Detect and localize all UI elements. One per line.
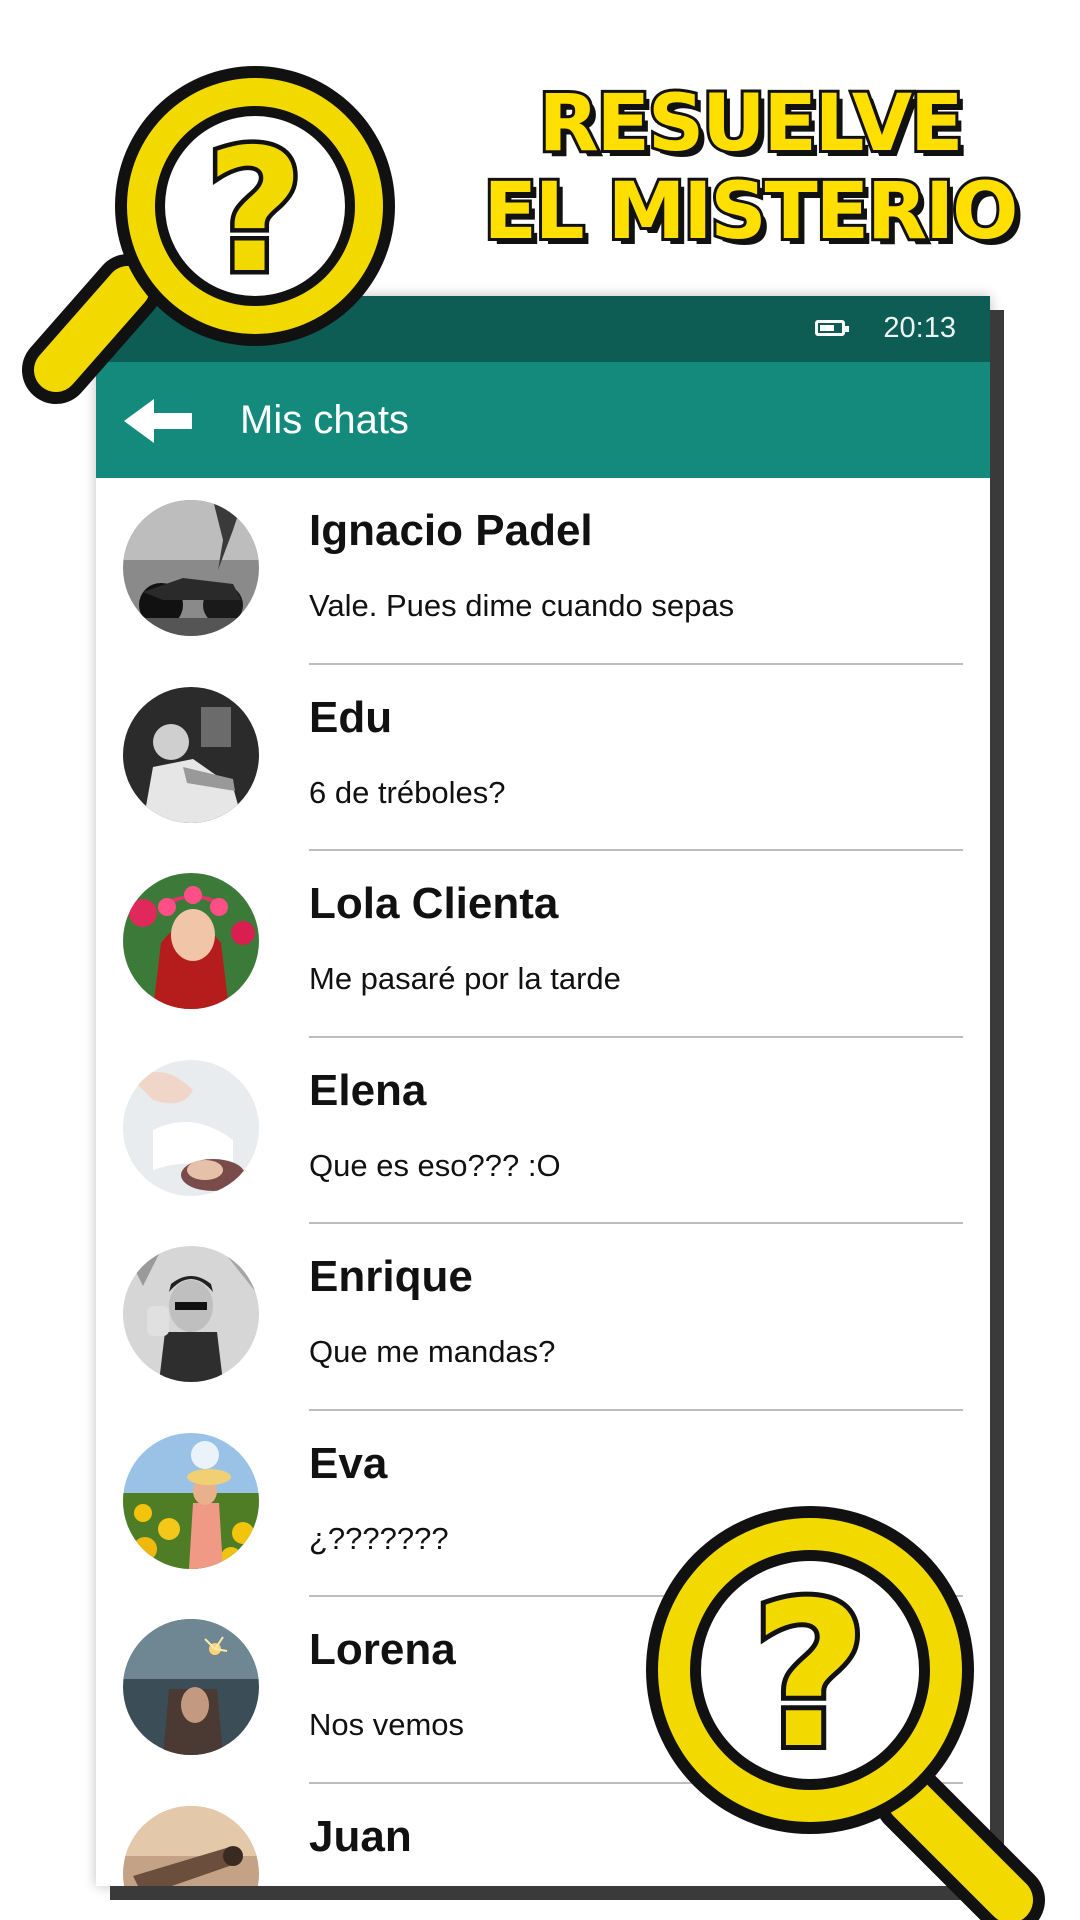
status-time: 20:13 (883, 312, 956, 344)
chat-name: Edu (309, 692, 393, 742)
avatar (123, 1805, 259, 1886)
chat-last-message: Que es eso??? :O (309, 1147, 561, 1183)
avatar (123, 1432, 259, 1569)
chat-item-edu[interactable]: Edu 6 de tréboles? (96, 665, 990, 851)
avatar (123, 1059, 259, 1196)
chat-item-enrique[interactable]: Enrique Que me mandas? (96, 1224, 990, 1411)
avatar (123, 1246, 259, 1382)
avatar (123, 500, 259, 636)
chat-last-message: Me pasaré por la tarde (309, 961, 621, 996)
chat-name: Juan (309, 1811, 412, 1861)
chat-last-message: Que me mandas? (309, 1334, 556, 1369)
chat-last-message: 6 de tréboles? (309, 774, 506, 810)
svg-text:?: ? (752, 1560, 868, 1793)
promo-headline: RESUELVE EL MISTERIO (470, 77, 1030, 259)
chat-item-lola-clienta[interactable]: Lola Clienta Me pasaré por la tarde (96, 851, 990, 1038)
magnifier-question-icon: ? (646, 1506, 1045, 1920)
magnifier-question-icon: ? (22, 66, 395, 404)
chat-last-message: Vale. Pues dime cuando sepas (309, 588, 735, 623)
avatar (123, 1619, 259, 1755)
chat-last-message: ¿??????? (309, 1520, 449, 1556)
chat-name: Eva (309, 1438, 388, 1488)
chat-name: Lorena (309, 1625, 456, 1674)
headline-line-1: RESUELVE (536, 77, 967, 171)
chat-name: Lola Clienta (309, 879, 559, 928)
avatar (123, 686, 259, 823)
chat-name: Enrique (309, 1252, 473, 1301)
chat-name: Ignacio Padel (309, 506, 593, 555)
svg-text:?: ? (206, 113, 305, 311)
chat-name: Elena (309, 1065, 427, 1115)
avatar (123, 873, 259, 1009)
chat-item-elena[interactable]: Elena Que es eso??? :O (96, 1038, 990, 1224)
battery-icon (815, 320, 849, 336)
headline-line-2: EL MISTERIO (481, 165, 1022, 259)
chat-item-ignacio-padel[interactable]: Ignacio Padel Vale. Pues dime cuando sep… (96, 478, 990, 665)
chat-last-message: Nos vemos (309, 1707, 465, 1742)
